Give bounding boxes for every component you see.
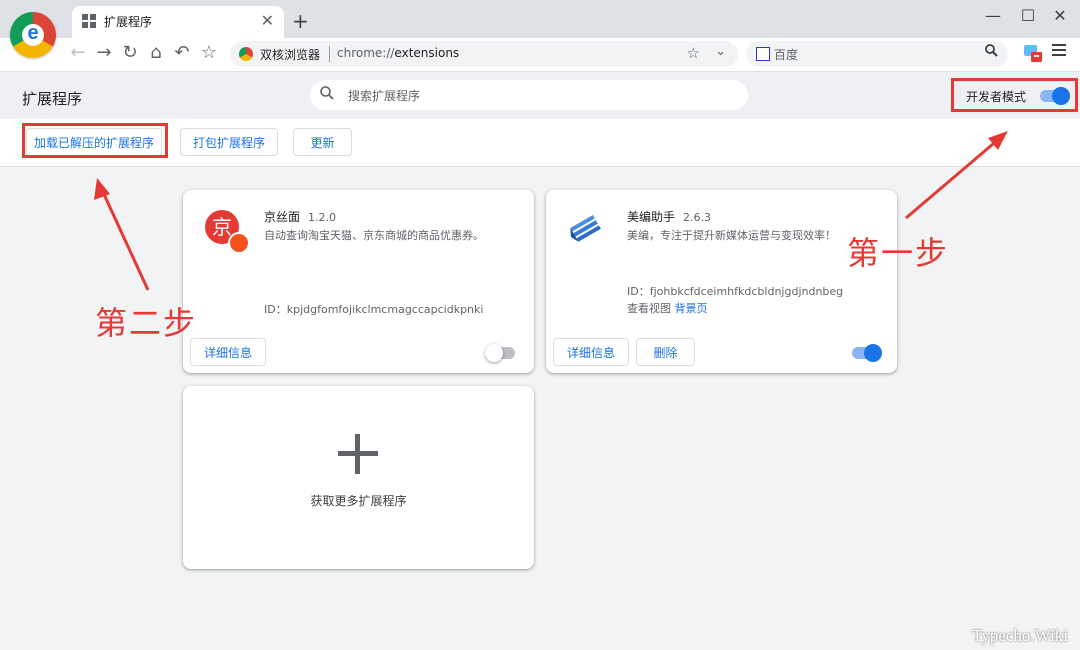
arrowhead-step2 [94,178,110,200]
watermark: Typecho.Wiki [972,626,1068,645]
step-two-label: 第二步 [95,304,198,342]
step-one-label: 第一步 [847,234,950,272]
arrow-step2 [100,189,150,291]
arrow-step1 [905,136,1001,220]
